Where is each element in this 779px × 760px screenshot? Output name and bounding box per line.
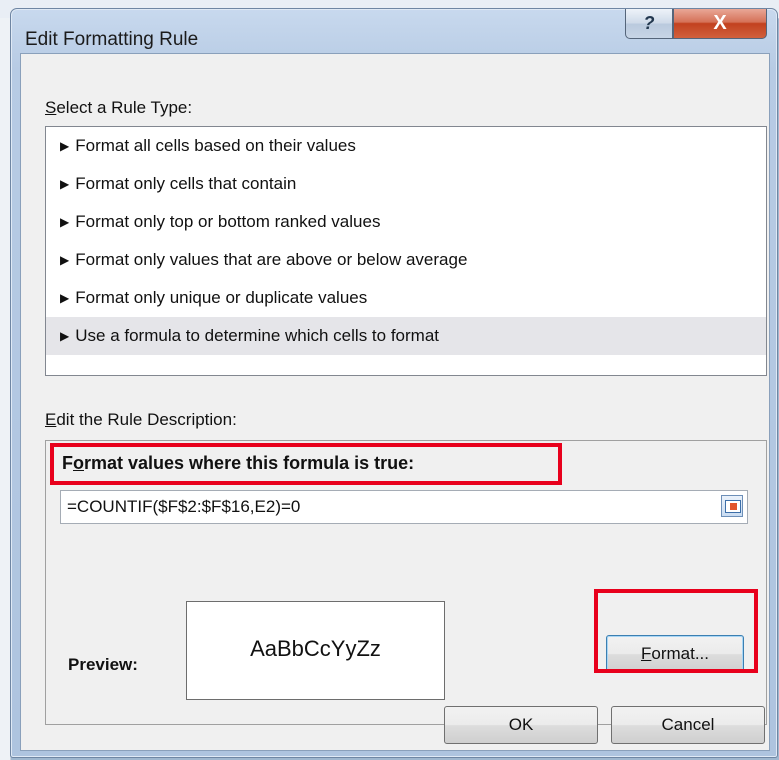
close-icon: X <box>713 12 727 34</box>
dialog-title: Edit Formatting Rule <box>25 29 199 50</box>
rule-type-item[interactable]: ▶ Format only cells that contain <box>46 165 766 203</box>
right-triangle-icon: ▶ <box>60 291 70 305</box>
preview-box: AaBbCcYyZz <box>186 601 445 700</box>
rule-type-list[interactable]: ▶ Format all cells based on their values … <box>45 126 767 376</box>
collapse-dialog-button[interactable] <box>721 495 743 517</box>
formula-value: =COUNTIF($F$2:$F$16,E2)=0 <box>67 497 301 516</box>
rule-type-label: Select a Rule Type: <box>45 98 193 117</box>
cancel-button[interactable]: Cancel <box>611 706 765 744</box>
rule-type-item-label: Use a formula to determine which cells t… <box>75 326 439 345</box>
rule-description-label: Edit the Rule Description: <box>45 410 237 429</box>
dialog-body: Select a Rule Type: ▶ Format all cells ba… <box>20 53 770 751</box>
help-button[interactable]: ? <box>625 9 673 39</box>
right-triangle-icon: ▶ <box>60 215 70 229</box>
right-triangle-icon: ▶ <box>60 177 70 191</box>
rule-type-item[interactable]: ▶ Format all cells based on their values <box>46 127 766 165</box>
rule-description-label-text: dit the Rule Description: <box>56 410 237 429</box>
edit-formatting-rule-dialog: Edit Formatting Rule ? X Select a Rule T… <box>10 8 778 758</box>
rule-type-label-text: elect a Rule Type: <box>56 98 193 117</box>
collapse-dialog-icon-mark <box>730 503 737 510</box>
help-icon: ? <box>643 13 655 33</box>
right-triangle-icon: ▶ <box>60 253 70 267</box>
rule-type-item[interactable]: ▶ Format only top or bottom ranked values <box>46 203 766 241</box>
rule-type-item-label: Format only top or bottom ranked values <box>75 212 381 231</box>
rule-type-item-selected[interactable]: ▶ Use a formula to determine which cells … <box>46 317 766 355</box>
highlight-box-format <box>594 589 758 673</box>
rule-type-item-label: Format only unique or duplicate values <box>75 288 368 307</box>
ok-button[interactable]: OK <box>444 706 598 744</box>
right-triangle-icon: ▶ <box>60 139 70 153</box>
rule-type-item-label: Format only values that are above or bel… <box>75 250 468 269</box>
rule-type-item[interactable]: ▶ Format only values that are above or be… <box>46 241 766 279</box>
rule-type-item-label: Format only cells that contain <box>75 174 297 193</box>
rule-type-item[interactable]: ▶ Format only unique or duplicate values <box>46 279 766 317</box>
rule-description-panel: Format values where this formula is true… <box>45 440 767 725</box>
right-triangle-icon: ▶ <box>60 329 70 343</box>
preview-label: Preview: <box>68 655 138 674</box>
close-button[interactable]: X <box>673 9 767 39</box>
highlight-box-heading <box>50 443 562 485</box>
preview-sample: AaBbCcYyZz <box>250 636 381 661</box>
rule-type-item-label: Format all cells based on their values <box>75 136 356 155</box>
formula-input[interactable]: =COUNTIF($F$2:$F$16,E2)=0 <box>60 490 748 524</box>
